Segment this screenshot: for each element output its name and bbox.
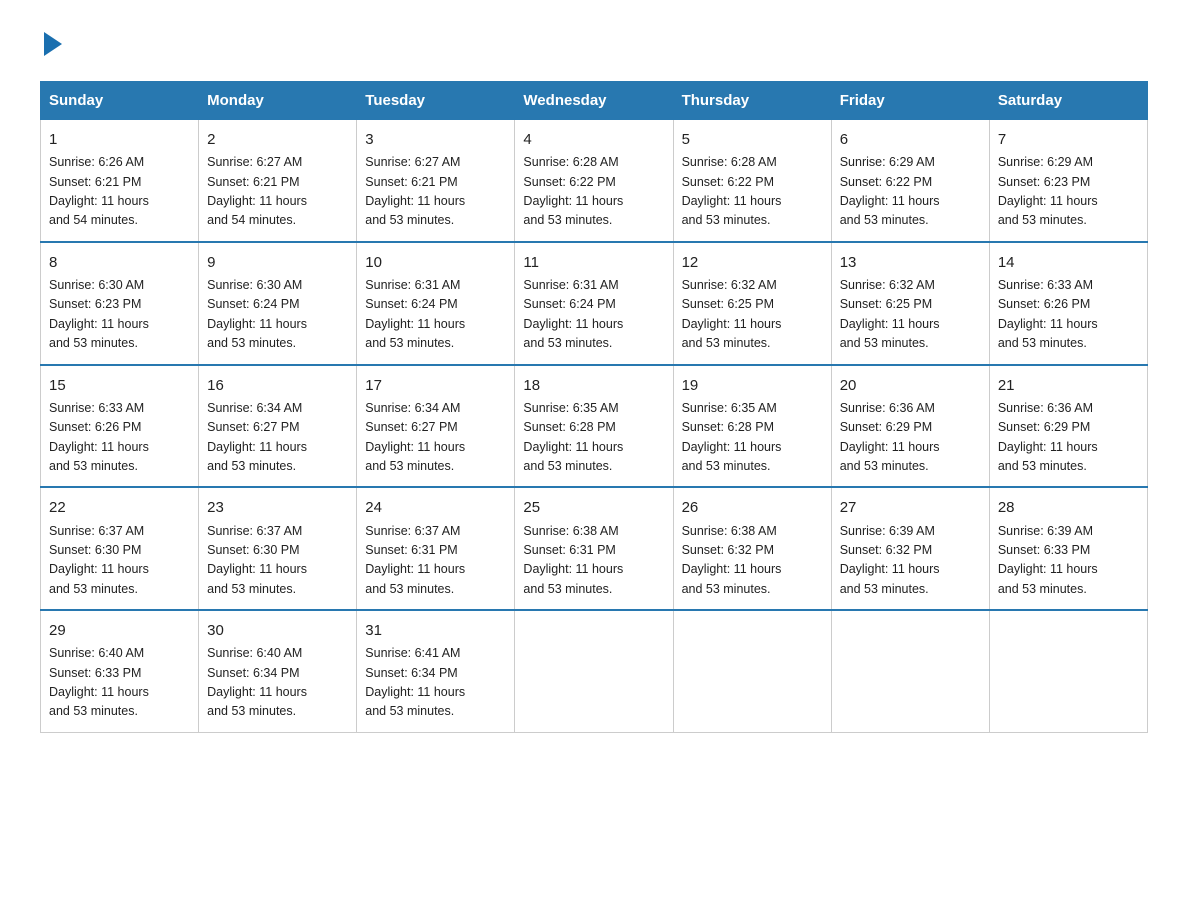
header-monday: Monday: [199, 82, 357, 120]
day-number: 4: [523, 128, 664, 151]
day-number: 17: [365, 374, 506, 397]
day-number: 25: [523, 496, 664, 519]
calendar-cell: 21Sunrise: 6:36 AMSunset: 6:29 PMDayligh…: [989, 365, 1147, 488]
calendar-cell: 24Sunrise: 6:37 AMSunset: 6:31 PMDayligh…: [357, 487, 515, 610]
calendar-cell: 17Sunrise: 6:34 AMSunset: 6:27 PMDayligh…: [357, 365, 515, 488]
header-saturday: Saturday: [989, 82, 1147, 120]
day-number: 22: [49, 496, 190, 519]
calendar-cell: 16Sunrise: 6:34 AMSunset: 6:27 PMDayligh…: [199, 365, 357, 488]
calendar-cell: 11Sunrise: 6:31 AMSunset: 6:24 PMDayligh…: [515, 242, 673, 365]
day-number: 10: [365, 251, 506, 274]
day-number: 20: [840, 374, 981, 397]
day-number: 18: [523, 374, 664, 397]
day-number: 6: [840, 128, 981, 151]
day-number: 2: [207, 128, 348, 151]
calendar-week-row: 15Sunrise: 6:33 AMSunset: 6:26 PMDayligh…: [41, 365, 1148, 488]
day-number: 15: [49, 374, 190, 397]
calendar-cell: [831, 610, 989, 732]
calendar-cell: [673, 610, 831, 732]
day-number: 21: [998, 374, 1139, 397]
calendar-cell: 31Sunrise: 6:41 AMSunset: 6:34 PMDayligh…: [357, 610, 515, 732]
day-number: 16: [207, 374, 348, 397]
calendar-table: SundayMondayTuesdayWednesdayThursdayFrid…: [40, 81, 1148, 733]
calendar-cell: 6Sunrise: 6:29 AMSunset: 6:22 PMDaylight…: [831, 120, 989, 242]
day-number: 24: [365, 496, 506, 519]
day-number: 3: [365, 128, 506, 151]
calendar-cell: 28Sunrise: 6:39 AMSunset: 6:33 PMDayligh…: [989, 487, 1147, 610]
header-sunday: Sunday: [41, 82, 199, 120]
page-header: [40, 30, 1148, 61]
calendar-cell: 23Sunrise: 6:37 AMSunset: 6:30 PMDayligh…: [199, 487, 357, 610]
calendar-cell: 29Sunrise: 6:40 AMSunset: 6:33 PMDayligh…: [41, 610, 199, 732]
day-number: 7: [998, 128, 1139, 151]
day-number: 30: [207, 619, 348, 642]
calendar-week-row: 22Sunrise: 6:37 AMSunset: 6:30 PMDayligh…: [41, 487, 1148, 610]
calendar-cell: 2Sunrise: 6:27 AMSunset: 6:21 PMDaylight…: [199, 120, 357, 242]
header-tuesday: Tuesday: [357, 82, 515, 120]
calendar-cell: 1Sunrise: 6:26 AMSunset: 6:21 PMDaylight…: [41, 120, 199, 242]
calendar-week-row: 29Sunrise: 6:40 AMSunset: 6:33 PMDayligh…: [41, 610, 1148, 732]
calendar-cell: 7Sunrise: 6:29 AMSunset: 6:23 PMDaylight…: [989, 120, 1147, 242]
day-number: 11: [523, 251, 664, 274]
calendar-cell: 5Sunrise: 6:28 AMSunset: 6:22 PMDaylight…: [673, 120, 831, 242]
calendar-week-row: 8Sunrise: 6:30 AMSunset: 6:23 PMDaylight…: [41, 242, 1148, 365]
day-number: 27: [840, 496, 981, 519]
calendar-cell: 30Sunrise: 6:40 AMSunset: 6:34 PMDayligh…: [199, 610, 357, 732]
day-number: 5: [682, 128, 823, 151]
day-number: 19: [682, 374, 823, 397]
day-number: 26: [682, 496, 823, 519]
calendar-cell: 19Sunrise: 6:35 AMSunset: 6:28 PMDayligh…: [673, 365, 831, 488]
day-number: 31: [365, 619, 506, 642]
calendar-cell: 3Sunrise: 6:27 AMSunset: 6:21 PMDaylight…: [357, 120, 515, 242]
calendar-header-row: SundayMondayTuesdayWednesdayThursdayFrid…: [41, 82, 1148, 120]
calendar-cell: 20Sunrise: 6:36 AMSunset: 6:29 PMDayligh…: [831, 365, 989, 488]
calendar-cell: 8Sunrise: 6:30 AMSunset: 6:23 PMDaylight…: [41, 242, 199, 365]
calendar-cell: 9Sunrise: 6:30 AMSunset: 6:24 PMDaylight…: [199, 242, 357, 365]
day-number: 1: [49, 128, 190, 151]
day-number: 14: [998, 251, 1139, 274]
calendar-cell: 27Sunrise: 6:39 AMSunset: 6:32 PMDayligh…: [831, 487, 989, 610]
day-number: 23: [207, 496, 348, 519]
calendar-cell: 12Sunrise: 6:32 AMSunset: 6:25 PMDayligh…: [673, 242, 831, 365]
header-wednesday: Wednesday: [515, 82, 673, 120]
calendar-cell: 18Sunrise: 6:35 AMSunset: 6:28 PMDayligh…: [515, 365, 673, 488]
calendar-cell: 14Sunrise: 6:33 AMSunset: 6:26 PMDayligh…: [989, 242, 1147, 365]
calendar-cell: 25Sunrise: 6:38 AMSunset: 6:31 PMDayligh…: [515, 487, 673, 610]
header-thursday: Thursday: [673, 82, 831, 120]
day-number: 12: [682, 251, 823, 274]
header-friday: Friday: [831, 82, 989, 120]
calendar-cell: 15Sunrise: 6:33 AMSunset: 6:26 PMDayligh…: [41, 365, 199, 488]
calendar-cell: 26Sunrise: 6:38 AMSunset: 6:32 PMDayligh…: [673, 487, 831, 610]
day-number: 8: [49, 251, 190, 274]
calendar-cell: 13Sunrise: 6:32 AMSunset: 6:25 PMDayligh…: [831, 242, 989, 365]
calendar-cell: 22Sunrise: 6:37 AMSunset: 6:30 PMDayligh…: [41, 487, 199, 610]
logo: [40, 30, 62, 61]
logo-flag-icon: [44, 32, 62, 61]
calendar-cell: 4Sunrise: 6:28 AMSunset: 6:22 PMDaylight…: [515, 120, 673, 242]
calendar-cell: [515, 610, 673, 732]
day-number: 28: [998, 496, 1139, 519]
day-number: 29: [49, 619, 190, 642]
calendar-cell: [989, 610, 1147, 732]
day-number: 13: [840, 251, 981, 274]
calendar-cell: 10Sunrise: 6:31 AMSunset: 6:24 PMDayligh…: [357, 242, 515, 365]
day-number: 9: [207, 251, 348, 274]
calendar-week-row: 1Sunrise: 6:26 AMSunset: 6:21 PMDaylight…: [41, 120, 1148, 242]
